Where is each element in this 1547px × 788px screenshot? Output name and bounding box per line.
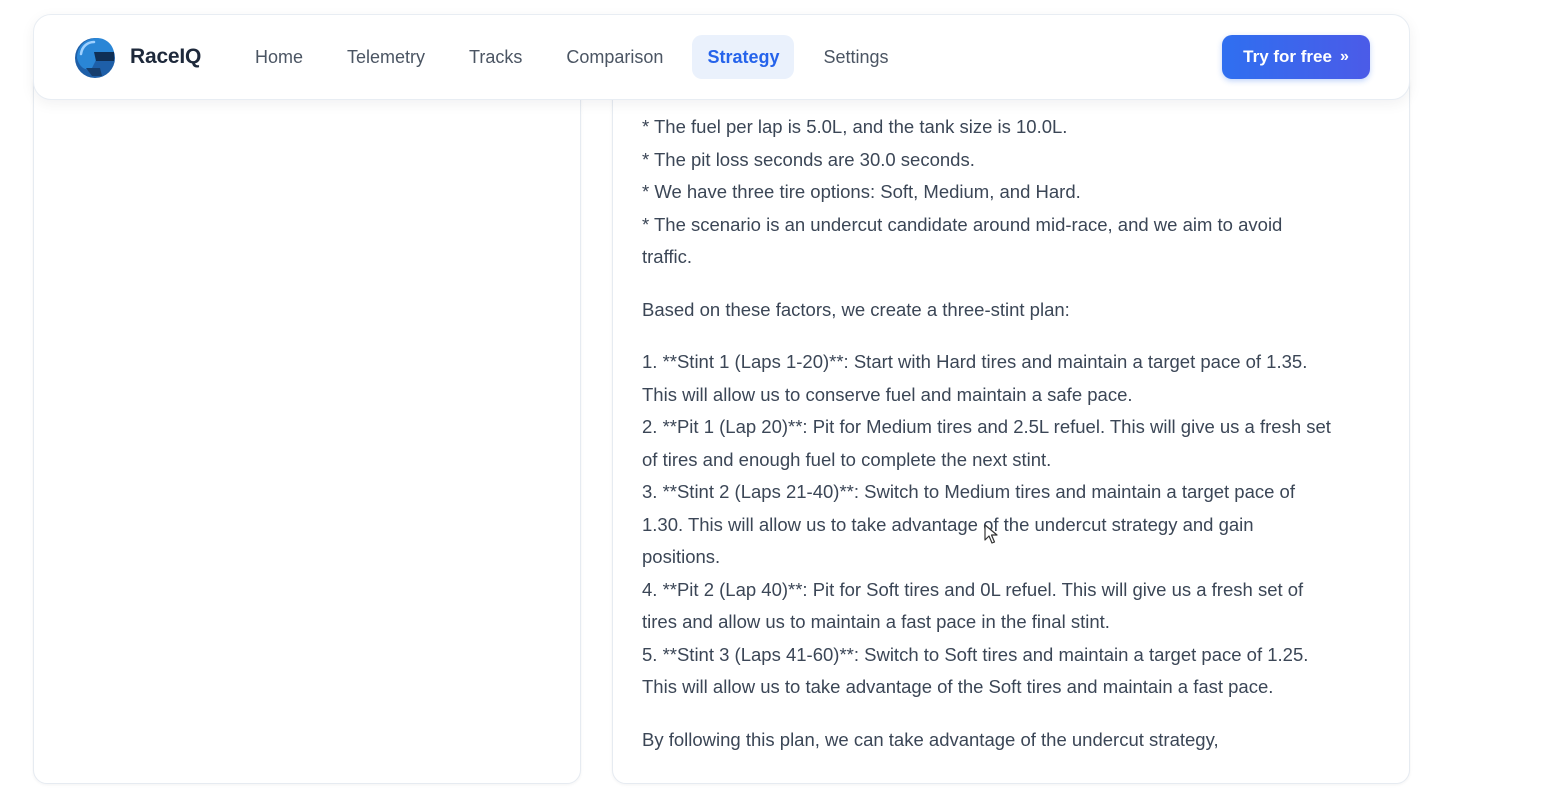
factor-line: * The fuel per lap is 5.0L, and the tank… <box>642 116 1068 137</box>
mouse-pointer-icon <box>984 524 998 544</box>
strategy-response-text: * The fuel per lap is 5.0L, and the tank… <box>642 111 1382 776</box>
try-for-free-label: Try for free <box>1243 47 1332 66</box>
plan-line: positions. <box>642 546 721 567</box>
page: * The fuel per lap is 5.0L, and the tank… <box>0 0 1547 788</box>
brand[interactable]: RaceIQ <box>72 35 201 79</box>
factor-list: * The fuel per lap is 5.0L, and the tank… <box>642 111 1382 274</box>
nav-comparison[interactable]: Comparison <box>551 35 678 79</box>
plan-intro: Based on these factors, we create a thre… <box>642 294 1382 327</box>
plan-closing: By following this plan, we can take adva… <box>642 724 1382 757</box>
factor-line: * We have three tire options: Soft, Medi… <box>642 181 1081 202</box>
plan-line: 3. **Stint 2 (Laps 21-40)**: Switch to M… <box>642 481 1295 502</box>
nav-telemetry[interactable]: Telemetry <box>332 35 440 79</box>
plan-intro-text: Based on these factors, we create a thre… <box>642 298 1070 320</box>
nav-links: Home Telemetry Tracks Comparison Strateg… <box>240 35 918 79</box>
plan-list: 1. **Stint 1 (Laps 1-20)**: Start with H… <box>642 346 1382 704</box>
try-for-free-button[interactable]: Try for free » <box>1222 35 1370 79</box>
brand-name: RaceIQ <box>130 45 202 68</box>
factor-line: traffic. <box>642 246 693 267</box>
plan-line: 1.30. This will allow us to take advanta… <box>642 513 1254 535</box>
top-navbar: RaceIQ Home Telemetry Tracks Comparison … <box>33 14 1410 100</box>
plan-line: 2. **Pit 1 (Lap 20)**: Pit for Medium ti… <box>642 416 1331 437</box>
plan-line: of tires and enough fuel to complete the… <box>642 448 1052 470</box>
strategy-response-panel: * The fuel per lap is 5.0L, and the tank… <box>612 70 1410 784</box>
left-panel <box>33 70 581 784</box>
plan-line: 5. **Stint 3 (Laps 41-60)**: Switch to S… <box>642 643 1309 665</box>
factor-line: * The scenario is an undercut candidate … <box>642 213 1283 235</box>
factor-line: * The pit loss seconds are 30.0 seconds. <box>642 148 975 170</box>
nav-strategy[interactable]: Strategy <box>692 35 795 79</box>
plan-line: This will allow us to conserve fuel and … <box>642 383 1133 405</box>
nav-tracks[interactable]: Tracks <box>454 35 537 79</box>
helmet-logo-icon <box>72 34 118 80</box>
plan-line: This will allow us to take advantage of … <box>642 676 1274 697</box>
nav-settings[interactable]: Settings <box>808 35 903 79</box>
double-chevron-right-icon: » <box>1339 48 1349 65</box>
nav-home[interactable]: Home <box>240 35 318 79</box>
plan-line: tires and allow us to maintain a fast pa… <box>642 611 1110 632</box>
plan-closing-text: By following this plan, we can take adva… <box>642 728 1219 750</box>
plan-line: 1. **Stint 1 (Laps 1-20)**: Start with H… <box>642 351 1308 372</box>
plan-line: 4. **Pit 2 (Lap 40)**: Pit for Soft tire… <box>642 578 1304 600</box>
